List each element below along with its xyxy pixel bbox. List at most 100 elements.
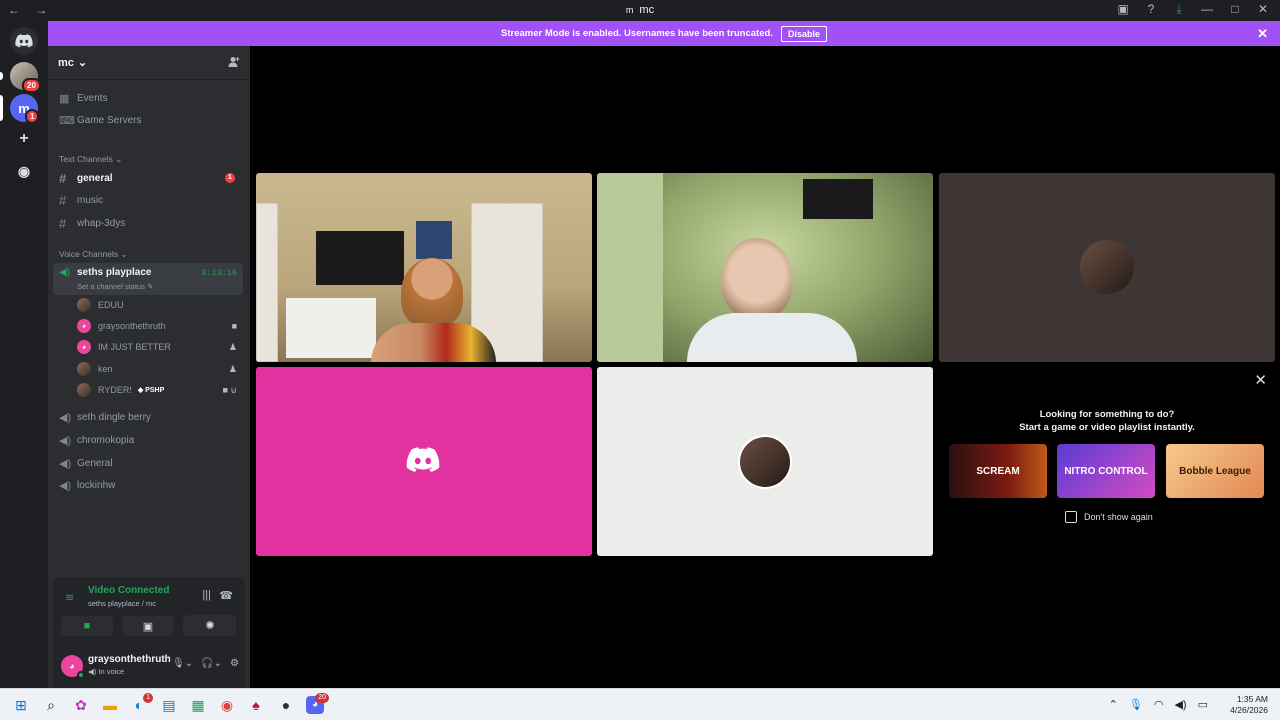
window-controls: ▣ ? ⤓ — □ ✕ xyxy=(1116,2,1270,17)
disable-button[interactable]: Disable xyxy=(780,25,827,42)
microphone-icon[interactable]: 🎙 xyxy=(1129,698,1143,711)
video-tile-2[interactable] xyxy=(597,173,933,362)
events-item[interactable]: ▦ Events xyxy=(53,87,243,109)
person-head xyxy=(401,258,463,328)
discover-icon[interactable]: ◉ xyxy=(10,157,38,185)
speaker-icon: ◀) xyxy=(59,267,71,278)
close-icon[interactable]: ✕ xyxy=(1254,371,1267,389)
game-servers-item[interactable]: ⌨ Game Servers xyxy=(53,109,243,131)
voice-channel[interactable]: ◀) lockinhw xyxy=(53,474,243,496)
edge-icon[interactable]: ◐ 1 xyxy=(130,693,153,714)
speaker-icon: ◀) xyxy=(59,411,72,424)
server-icon-small: m xyxy=(625,5,634,15)
close-button[interactable]: ✕ xyxy=(1256,2,1270,17)
game-card-scream[interactable]: SCREAM xyxy=(949,444,1047,498)
channel-music-label: music xyxy=(77,194,104,206)
voice-member[interactable]: ken ♟ xyxy=(77,359,243,379)
dont-show-again-checkbox[interactable]: Don't show again xyxy=(1065,511,1153,523)
download-icon[interactable]: ⤓ xyxy=(1172,2,1186,17)
voice-member[interactable]: ◕ graysonthethruth ■ xyxy=(77,316,243,336)
chevron-up-icon[interactable]: ⌃ xyxy=(1109,698,1118,711)
user-controls: 🎙⌄ 🎧⌄ ⚙ xyxy=(172,658,239,669)
hash-icon: # xyxy=(59,170,67,186)
gear-icon[interactable]: ⚙ xyxy=(230,658,239,669)
voice-location[interactable]: seths playplace / mc xyxy=(88,599,156,608)
voice-timer: 3:13:16 xyxy=(201,268,237,278)
person-head xyxy=(722,238,792,318)
minimize-button[interactable]: — xyxy=(1200,2,1214,17)
volume-icon[interactable]: ◀) xyxy=(1174,698,1186,711)
voice-channel-active[interactable]: ◀) seths playplace 3:13:16 Set a channel… xyxy=(53,263,243,295)
voice-member[interactable]: ◕ IM JUST BETTER ♟ xyxy=(77,337,243,357)
microphone-icon[interactable]: 🎙⌄ xyxy=(172,658,193,669)
channel-whap-3dys[interactable]: # whap-3dys xyxy=(53,212,243,234)
channel-general[interactable]: # general 1 xyxy=(53,167,243,189)
copilot-icon[interactable]: ✿ xyxy=(72,696,90,714)
game-card-nitro-control[interactable]: NITRO CONTROL xyxy=(1057,444,1155,498)
edge-badge: 1 xyxy=(143,693,153,703)
search-icon[interactable]: ⌕ xyxy=(42,696,60,714)
voice-channel[interactable]: ◀) chromokopia xyxy=(53,429,243,451)
promo-heading: Looking for something to do? xyxy=(1039,409,1175,420)
discord-home-icon[interactable] xyxy=(10,27,38,55)
voice-member[interactable]: EDUU xyxy=(77,295,243,315)
acrobat-icon[interactable]: ♠ xyxy=(247,696,265,714)
activity-icon: ♟ xyxy=(228,363,237,374)
avatar xyxy=(77,383,91,397)
channel-music[interactable]: # music xyxy=(53,189,243,211)
voice-member[interactable]: RYDER! ◆ PSHP ■ ⊍ xyxy=(77,380,243,400)
store-icon[interactable]: ▤ xyxy=(160,696,178,714)
unread-badge: 1 xyxy=(225,173,235,183)
windows-start-icon[interactable]: ⊞ xyxy=(12,696,30,714)
server-header[interactable]: mc ⌄ xyxy=(48,46,250,80)
camera-button[interactable]: ■ xyxy=(61,616,113,636)
camera-icon: ■ ⊍ xyxy=(222,384,237,395)
hash-icon: # xyxy=(59,215,67,231)
soundboard-button[interactable]: ✺ xyxy=(184,615,236,635)
disconnect-icon[interactable]: ☎ xyxy=(219,589,233,602)
signal-icon[interactable]: ≋ xyxy=(65,591,74,604)
screen-share-button[interactable]: ▣ xyxy=(122,616,174,636)
chrome-icon[interactable]: ◉ xyxy=(218,696,236,714)
headphones-icon[interactable]: 🎧⌄ xyxy=(201,658,222,669)
online-status-dot xyxy=(77,671,85,679)
help-icon[interactable]: ? xyxy=(1144,2,1158,17)
member-name: graysonthethruth xyxy=(98,321,166,331)
game-title: SCREAM xyxy=(976,465,1020,477)
video-tile-1[interactable] xyxy=(256,173,592,362)
app-icon[interactable]: ● xyxy=(277,696,295,714)
voice-channel[interactable]: ◀) General xyxy=(53,452,243,474)
channel-status-link[interactable]: Set a channel status ✎ xyxy=(77,282,153,291)
server-mc-badge: 1 xyxy=(25,109,40,124)
user-name[interactable]: graysonthethruth xyxy=(88,654,171,665)
file-explorer-icon[interactable]: ▬ xyxy=(101,696,119,714)
voice-channel[interactable]: ◀) seth dingle berry xyxy=(53,406,243,428)
text-channels-category[interactable]: Text Channels ⌄ xyxy=(59,154,122,165)
user-panel: ◕ graysonthethruth ◀) In voice 🎙⌄ 🎧⌄ ⚙ xyxy=(53,645,245,688)
add-server-icon[interactable]: + xyxy=(10,125,38,153)
checkbox-box[interactable] xyxy=(1065,511,1077,523)
inbox-icon[interactable]: ▣ xyxy=(1116,2,1130,17)
banner-close-icon[interactable]: ✕ xyxy=(1257,26,1268,42)
video-tile-3[interactable] xyxy=(939,173,1275,362)
discord-taskbar-icon[interactable]: ◕ 20 xyxy=(306,693,329,714)
spreadsheet-icon[interactable]: ▦ xyxy=(189,696,207,714)
window-titlebar: ← → m mc ▣ ? ⤓ — □ ✕ xyxy=(0,0,1280,21)
user-status: ◀) In voice xyxy=(88,667,125,676)
wifi-icon[interactable]: ◠ xyxy=(1154,698,1164,711)
noise-suppression-icon[interactable]: ||| xyxy=(202,589,211,601)
video-tile-5[interactable] xyxy=(597,367,933,556)
banner-text: Streamer Mode is enabled. Usernames have… xyxy=(501,28,773,39)
pencil-icon: ✎ xyxy=(147,282,154,291)
voice-channels-category[interactable]: Voice Channels ⌄ xyxy=(59,249,128,260)
voice-channel-label: chromokopia xyxy=(77,434,135,446)
gamepad-icon: ⌨ xyxy=(59,114,75,127)
maximize-button[interactable]: □ xyxy=(1228,2,1242,17)
system-clock[interactable]: 1:35 AM 4/26/2026 xyxy=(1230,694,1268,716)
invite-people-icon[interactable] xyxy=(228,56,240,71)
game-card-bobble-league[interactable]: Bobble League xyxy=(1166,444,1264,498)
calendar-icon: ▦ xyxy=(59,92,70,105)
battery-icon[interactable]: ▭ xyxy=(1198,698,1208,711)
clock-date: 4/26/2026 xyxy=(1230,705,1268,715)
video-tile-4[interactable] xyxy=(256,367,592,556)
